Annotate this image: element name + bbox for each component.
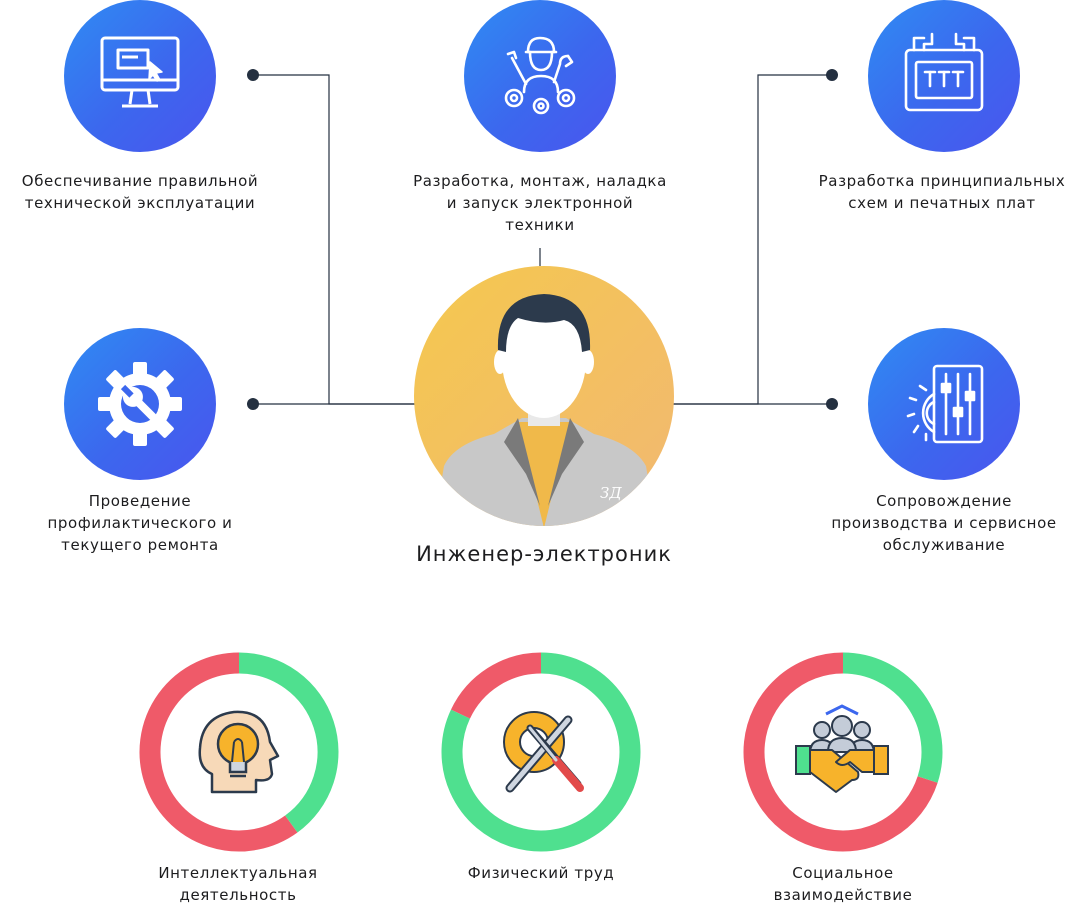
- lightbulb-head-icon: [198, 710, 280, 794]
- ring-intellectual-label: Интеллектуальная деятельность: [158, 864, 318, 904]
- handshake-team-icon: [795, 704, 889, 793]
- ring-social-label: Социальное взаимодействие: [773, 864, 913, 904]
- tools-gear-icon: [503, 711, 584, 793]
- ring-physical-label: Физический труд: [467, 864, 615, 882]
